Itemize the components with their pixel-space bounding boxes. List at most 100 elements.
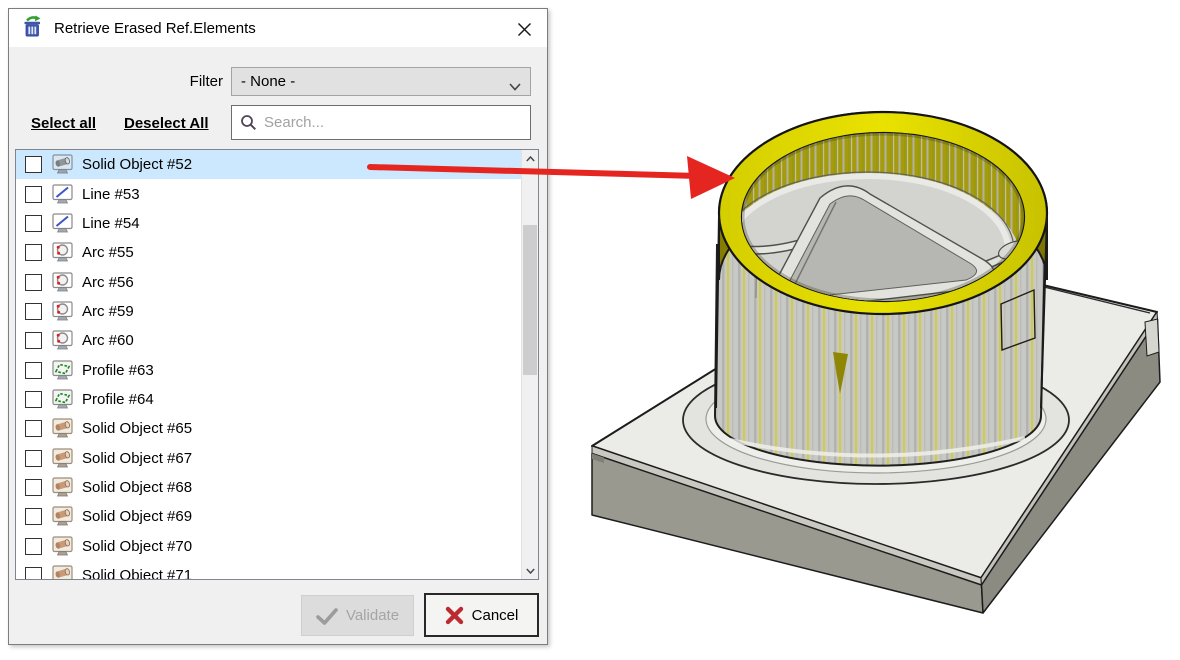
item-checkbox[interactable]: [25, 332, 42, 349]
filter-value: - None -: [241, 73, 295, 90]
restore-deleted-icon: [20, 15, 46, 41]
list-item[interactable]: Profile #63: [16, 355, 532, 384]
item-icon: [52, 418, 73, 439]
arc-icon: [52, 242, 73, 263]
item-icon: [52, 565, 73, 580]
list-item[interactable]: Arc #56: [16, 267, 532, 296]
profile-icon: [52, 389, 73, 410]
search-input[interactable]: [262, 107, 528, 138]
item-label: Solid Object #52: [82, 156, 192, 173]
item-checkbox[interactable]: [25, 362, 42, 379]
chevron-down-icon: [509, 78, 521, 95]
solid-tan-icon: [52, 565, 73, 580]
item-icon: [52, 477, 73, 498]
item-checkbox[interactable]: [25, 215, 42, 232]
list-item[interactable]: Line #54: [16, 209, 532, 238]
item-checkbox[interactable]: [25, 274, 42, 291]
list-item[interactable]: Solid Object #67: [16, 443, 532, 472]
list-item[interactable]: Solid Object #69: [16, 502, 532, 531]
cancel-label: Cancel: [472, 607, 519, 624]
item-label: Line #53: [82, 186, 140, 203]
item-checkbox[interactable]: [25, 391, 42, 408]
checkmark-icon: [316, 607, 338, 625]
search-box[interactable]: [231, 105, 531, 140]
deselect-all-link[interactable]: Deselect All: [124, 115, 209, 132]
item-icon: [52, 154, 73, 175]
item-label: Arc #59: [82, 303, 134, 320]
line-icon: [52, 184, 73, 205]
select-all-link[interactable]: Select all: [31, 115, 96, 132]
list-item[interactable]: Solid Object #71: [16, 561, 532, 580]
item-icon: [52, 301, 73, 322]
item-icon: [52, 184, 73, 205]
line-icon: [52, 213, 73, 234]
list-item[interactable]: Solid Object #68: [16, 473, 532, 502]
scrollbar[interactable]: [521, 150, 538, 579]
profile-icon: [52, 360, 73, 381]
item-label: Solid Object #67: [82, 450, 192, 467]
solid-tan-icon: [52, 448, 73, 469]
solid-gray-icon: [52, 154, 73, 175]
ref-elements-list[interactable]: Solid Object #52 Line #53 Line #54: [15, 149, 539, 580]
item-label: Arc #56: [82, 274, 134, 291]
item-checkbox[interactable]: [25, 508, 42, 525]
item-label: Solid Object #71: [82, 567, 192, 580]
item-checkbox[interactable]: [25, 567, 42, 580]
list-item[interactable]: Profile #64: [16, 385, 532, 414]
item-checkbox[interactable]: [25, 479, 42, 496]
item-icon: [52, 448, 73, 469]
item-icon: [52, 272, 73, 293]
solid-tan-icon: [52, 506, 73, 527]
item-checkbox[interactable]: [25, 186, 42, 203]
item-checkbox[interactable]: [25, 538, 42, 555]
list-item[interactable]: Solid Object #52: [16, 150, 532, 179]
item-label: Profile #64: [82, 391, 154, 408]
item-label: Arc #60: [82, 332, 134, 349]
cancel-button[interactable]: Cancel: [424, 593, 539, 637]
validate-label: Validate: [346, 607, 399, 624]
red-x-icon: [445, 606, 464, 625]
list-item[interactable]: Solid Object #65: [16, 414, 532, 443]
item-icon: [52, 242, 73, 263]
scroll-down-icon[interactable]: [522, 562, 539, 579]
item-icon: [52, 389, 73, 410]
scrollbar-thumb[interactable]: [523, 225, 537, 375]
screen: Retrieve Erased Ref.Elements Filter - No…: [0, 0, 1180, 660]
arc-icon: [52, 272, 73, 293]
item-checkbox[interactable]: [25, 303, 42, 320]
item-checkbox[interactable]: [25, 156, 42, 173]
item-checkbox[interactable]: [25, 420, 42, 437]
scroll-up-icon[interactable]: [522, 150, 539, 167]
item-icon: [52, 360, 73, 381]
item-icon: [52, 330, 73, 351]
window-title: Retrieve Erased Ref.Elements: [54, 20, 256, 37]
item-label: Solid Object #70: [82, 538, 192, 555]
item-checkbox[interactable]: [25, 450, 42, 467]
validate-button[interactable]: Validate: [301, 595, 414, 636]
solid-tan-icon: [52, 536, 73, 557]
solid-tan-icon: [52, 418, 73, 439]
list-item[interactable]: Line #53: [16, 179, 532, 208]
item-label: Profile #63: [82, 362, 154, 379]
item-label: Line #54: [82, 215, 140, 232]
list-item[interactable]: Solid Object #70: [16, 531, 532, 560]
item-label: Solid Object #65: [82, 420, 192, 437]
dialog-window: Retrieve Erased Ref.Elements Filter - No…: [8, 8, 548, 645]
filter-dropdown[interactable]: - None -: [231, 67, 531, 96]
item-icon: [52, 506, 73, 527]
filter-label: Filter: [109, 67, 223, 96]
item-checkbox[interactable]: [25, 244, 42, 261]
arc-icon: [52, 330, 73, 351]
list-rows: Solid Object #52 Line #53 Line #54: [16, 150, 521, 580]
item-label: Solid Object #69: [82, 508, 192, 525]
item-label: Arc #55: [82, 244, 134, 261]
3d-viewport[interactable]: [555, 0, 1180, 660]
close-icon[interactable]: [514, 19, 534, 39]
list-item[interactable]: Arc #55: [16, 238, 532, 267]
list-item[interactable]: Arc #59: [16, 297, 532, 326]
item-icon: [52, 213, 73, 234]
magnifier-icon: [240, 114, 257, 131]
solid-tan-icon: [52, 477, 73, 498]
title-bar[interactable]: Retrieve Erased Ref.Elements: [9, 9, 547, 47]
list-item[interactable]: Arc #60: [16, 326, 532, 355]
